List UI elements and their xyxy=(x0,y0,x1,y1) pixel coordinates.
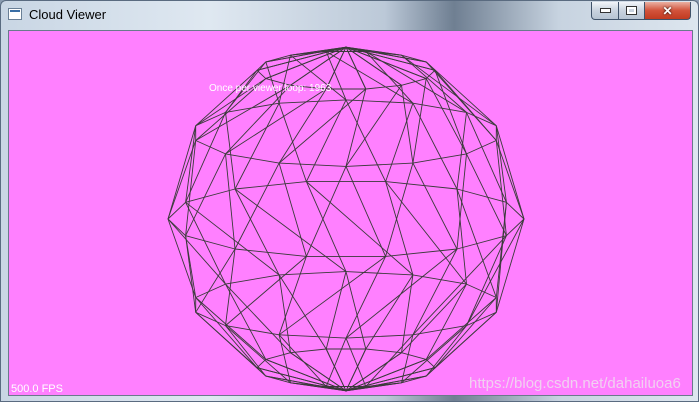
wireframe-edge xyxy=(425,283,467,360)
wireframe-edge xyxy=(278,162,307,257)
wireframe-edge xyxy=(385,248,458,257)
wireframe-edge xyxy=(466,140,497,155)
wireframe-edge xyxy=(278,88,367,164)
wireframe-edge xyxy=(185,201,280,276)
wireframe-edge xyxy=(345,271,413,276)
wireframe-edge xyxy=(345,334,413,339)
wireframe-edge xyxy=(385,181,414,276)
wireframe-edge xyxy=(279,99,347,104)
wireframe-edge xyxy=(345,85,402,167)
wireframe-edge xyxy=(185,188,236,203)
cloud-viewer-window: Cloud Viewer ✕ Once per viewer loop: 196… xyxy=(0,0,699,402)
wireframe-edge xyxy=(401,54,497,127)
wireframe-edge xyxy=(265,46,347,63)
wireframe-edge xyxy=(466,235,507,326)
wireframe-edge xyxy=(412,78,427,164)
wireframe-edge xyxy=(345,99,413,104)
wireframe-edge xyxy=(225,88,327,155)
maximize-button[interactable] xyxy=(618,2,645,20)
wireframe-edge xyxy=(305,99,347,182)
wireframe-edge xyxy=(234,248,307,257)
wireframe-edge xyxy=(195,140,226,155)
wireframe-edge xyxy=(495,125,525,220)
wireframe-edge xyxy=(185,153,226,236)
wireframe-edge xyxy=(385,162,414,257)
wireframe-edge xyxy=(265,352,291,360)
wireframe-edge xyxy=(456,188,507,203)
wireframe-edge xyxy=(385,181,467,285)
wireframe-edge xyxy=(385,181,458,190)
wireframe-edge xyxy=(456,235,507,250)
wireframe-edge xyxy=(225,283,267,360)
wireframe-edge xyxy=(425,325,467,377)
wireframe-edge xyxy=(225,274,280,285)
viewer-canvas[interactable]: Once per viewer loop: 1963 500.0 FPS htt… xyxy=(8,30,693,396)
wireframe-edge xyxy=(167,218,197,298)
wireframe-edge xyxy=(325,51,414,104)
wireframe-edge xyxy=(345,256,387,339)
wireframe-edge xyxy=(278,274,327,350)
wireframe-edge xyxy=(279,271,347,276)
wireframe-edge xyxy=(195,297,267,360)
wireframe-edge xyxy=(401,78,427,86)
title-bar[interactable]: Cloud Viewer ✕ xyxy=(1,1,698,30)
wireframe-edge xyxy=(425,78,467,155)
fps-counter: 500.0 FPS xyxy=(11,383,63,395)
maximize-icon xyxy=(626,6,637,15)
wireframe-edge xyxy=(195,248,236,313)
wireframe-edge xyxy=(279,334,347,339)
wireframe-edge xyxy=(425,61,497,127)
wireframe-edge xyxy=(345,166,387,257)
window-title: Cloud Viewer xyxy=(29,7,107,22)
wireframe-edge xyxy=(195,283,226,298)
close-button[interactable]: ✕ xyxy=(644,2,691,20)
wireframe-edge xyxy=(434,311,497,369)
wireframe-edge xyxy=(278,88,327,164)
wireframe-edge xyxy=(195,311,267,377)
wireframe-edge xyxy=(225,325,291,384)
wireframe-edge xyxy=(305,181,347,272)
minimize-icon xyxy=(599,8,611,13)
loop-counter-text: Once per viewer loop: 1963 xyxy=(209,83,332,94)
wireframe-edge xyxy=(234,181,307,190)
wireframe-edge xyxy=(434,70,467,155)
wireframe-edge xyxy=(290,348,327,354)
wireframe-edge xyxy=(412,248,458,336)
wireframe-edge xyxy=(466,153,507,236)
wireframe-edge xyxy=(425,61,497,141)
watermark-text: https://blog.csdn.net/dahailuoa6 xyxy=(469,375,681,392)
wireframe-edge xyxy=(234,188,280,276)
close-icon: ✕ xyxy=(662,3,673,18)
wireframe-edge xyxy=(401,325,467,384)
wireframe-edge xyxy=(345,162,413,167)
wireframe-edge xyxy=(365,348,402,354)
wireframe-edge xyxy=(345,99,387,182)
wireframe-edge xyxy=(279,162,347,167)
wireframe-edge xyxy=(265,46,347,80)
wireframe-edge xyxy=(425,297,497,360)
app-window-icon xyxy=(8,8,22,20)
wireframe-edge xyxy=(195,111,226,127)
wireframe-edge xyxy=(167,218,226,285)
wireframe-edge xyxy=(401,352,427,360)
wireframe-edge xyxy=(385,103,414,182)
wireframe-edge xyxy=(167,125,197,220)
minimize-button[interactable] xyxy=(591,2,619,20)
wireframe-sphere xyxy=(167,46,525,392)
wireframe-edge xyxy=(412,235,507,336)
wireframe-edge xyxy=(278,256,386,336)
wireframe-edge xyxy=(466,218,525,326)
wireframe-edge xyxy=(225,325,267,377)
wireframe-edge xyxy=(325,337,347,387)
wireframe-edge xyxy=(365,274,414,350)
wireframe-edge xyxy=(345,248,458,339)
wireframe-edge xyxy=(345,337,367,387)
